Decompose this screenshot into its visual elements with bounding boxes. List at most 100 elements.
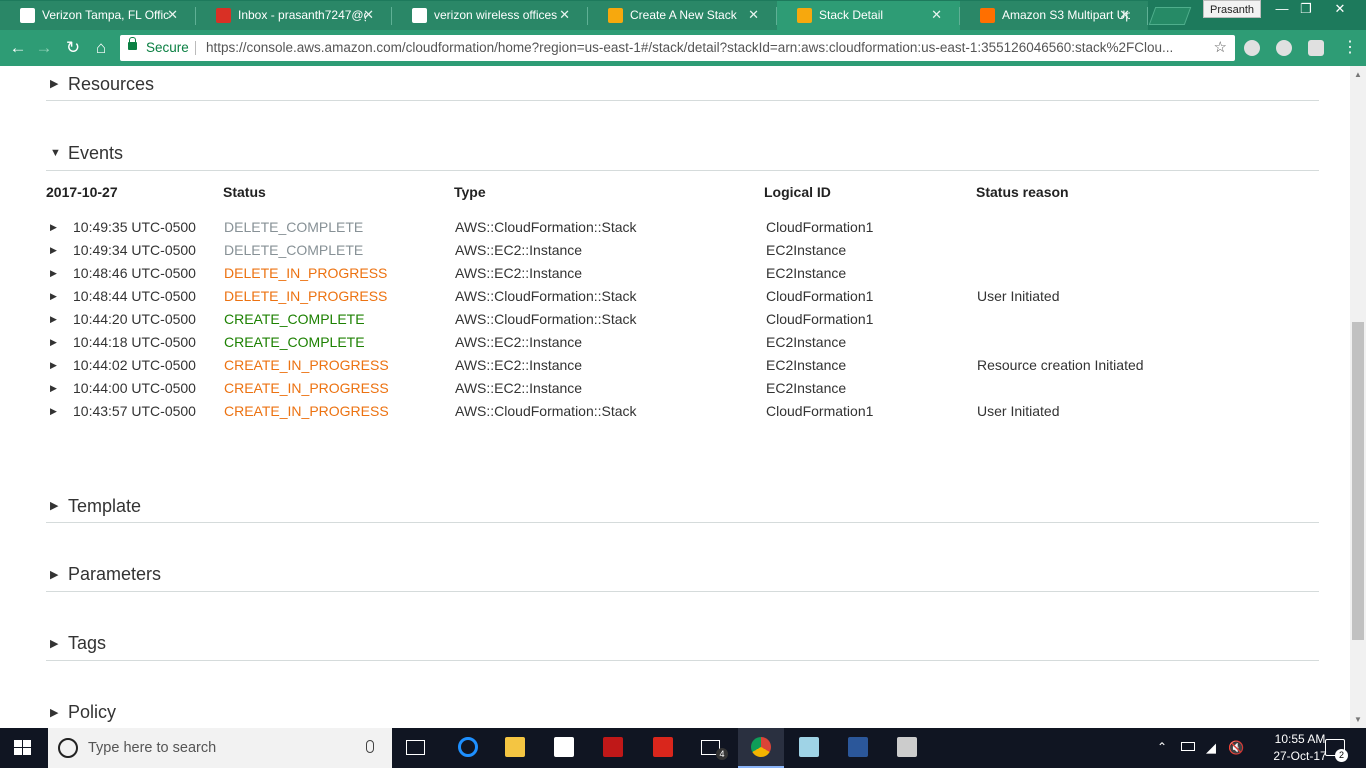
taskbar-app[interactable] — [738, 728, 784, 768]
expand-row-icon[interactable]: ▶ — [50, 337, 57, 348]
event-time: 10:44:20 UTC-0500 — [73, 311, 196, 327]
expand-row-icon[interactable]: ▶ — [50, 245, 57, 256]
event-type: AWS::CloudFormation::Stack — [455, 288, 637, 304]
events-status-header[interactable]: Status — [223, 184, 266, 200]
events-status-reason-header[interactable]: Status reason — [976, 184, 1069, 200]
taskbar-app[interactable]: 4 — [688, 728, 734, 768]
close-tab-icon[interactable]: ✕ — [559, 7, 570, 23]
expand-row-icon[interactable]: ▶ — [50, 360, 57, 371]
expand-row-icon[interactable]: ▶ — [50, 291, 57, 302]
wifi-icon[interactable]: ◢ — [1206, 740, 1216, 756]
taskbar-app[interactable] — [445, 728, 491, 768]
browser-tab[interactable]: Stack Detail ✕ — [777, 1, 960, 30]
back-icon[interactable]: ← — [8, 38, 28, 58]
tab-title: Inbox - prasanth7247@gmail — [238, 8, 366, 22]
event-status: CREATE_IN_PROGRESS — [224, 357, 389, 373]
taskbar-search-box[interactable]: Type here to search — [48, 728, 392, 768]
url-text[interactable]: https://console.aws.amazon.com/cloudform… — [206, 35, 1204, 61]
event-logical-id: CloudFormation1 — [766, 311, 874, 327]
scroll-down-icon[interactable]: ▼ — [1354, 715, 1362, 724]
event-type: AWS::EC2::Instance — [455, 380, 583, 396]
taskbar-app[interactable] — [835, 728, 881, 768]
expand-row-icon[interactable]: ▶ — [50, 314, 57, 325]
browser-tab[interactable]: Inbox - prasanth7247@gmail✕ — [196, 1, 392, 30]
profile-button[interactable]: Prasanth — [1203, 0, 1261, 18]
scroll-up-icon[interactable]: ▲ — [1354, 70, 1362, 79]
edge-icon — [458, 737, 478, 757]
forward-icon[interactable]: → — [34, 38, 54, 58]
caret-right-icon: ▶ — [50, 78, 59, 90]
taskbar-app[interactable] — [393, 728, 439, 768]
word-icon — [848, 737, 868, 757]
address-bar[interactable]: Secure https://console.aws.amazon.com/cl… — [120, 35, 1235, 61]
section-resources[interactable]: ▶ Resources — [46, 66, 1319, 101]
search-placeholder: Type here to search — [88, 740, 217, 756]
events-logical-id-header[interactable]: Logical ID — [764, 184, 831, 200]
taskbar-app[interactable] — [492, 728, 538, 768]
close-tab-icon[interactable]: ✕ — [363, 7, 374, 23]
taskbar-app[interactable] — [786, 728, 832, 768]
event-row[interactable]: ▶ 10:43:57 UTC-0500 CREATE_IN_PROGRESS AWS:… — [0, 403, 1300, 426]
browser-tab[interactable]: verizon wireless offices ✕ — [392, 1, 588, 30]
tab-title: verizon wireless offices — [434, 8, 558, 22]
close-tab-icon[interactable]: ✕ — [1119, 7, 1130, 23]
event-logical-id: EC2Instance — [766, 265, 847, 281]
browser-tab[interactable]: Verizon Tampa, FL Office ✕ — [0, 1, 196, 30]
microphone-icon[interactable] — [366, 740, 374, 753]
home-icon[interactable]: ⌂ — [91, 38, 111, 58]
events-type-header[interactable]: Type — [454, 184, 486, 200]
event-type: AWS::CloudFormation::Stack — [455, 311, 637, 327]
taskbar-app[interactable] — [541, 728, 587, 768]
chrome-menu-icon[interactable]: ⋮ — [1342, 37, 1358, 57]
divider — [195, 41, 196, 55]
clock-date: 27-Oct-17 — [1273, 749, 1327, 763]
section-parameters[interactable]: ▶ Parameters — [46, 554, 1319, 592]
taskbar-clock[interactable]: 10:55 AM 27-Oct-17 — [1270, 731, 1330, 765]
event-logical-id: CloudFormation1 — [766, 288, 874, 304]
close-tab-icon[interactable]: ✕ — [931, 7, 942, 23]
event-status: DELETE_IN_PROGRESS — [224, 288, 388, 304]
section-template[interactable]: ▶ Template — [46, 486, 1319, 523]
section-tags[interactable]: ▶ Tags — [46, 623, 1319, 661]
browser-tab[interactable]: Amazon S3 Multipart Up ✕ — [960, 1, 1148, 30]
taskbar-app[interactable] — [640, 728, 686, 768]
event-row[interactable]: ▶ 10:44:20 UTC-0500 CREATE_COMPLETE AWS::Cl… — [0, 311, 1300, 334]
extension-circle-icon[interactable] — [1276, 40, 1292, 56]
battery-icon[interactable] — [1181, 742, 1195, 751]
expand-row-icon[interactable]: ▶ — [50, 268, 57, 279]
event-row[interactable]: ▶ 10:44:18 UTC-0500 CREATE_COMPLETE AWS::EC… — [0, 334, 1300, 357]
expand-row-icon[interactable]: ▶ — [50, 222, 57, 233]
taskbar-app[interactable] — [884, 728, 930, 768]
bookmark-star-icon[interactable]: ☆ — [1214, 35, 1227, 61]
new-tab-button[interactable] — [1148, 7, 1192, 25]
event-type: AWS::EC2::Instance — [455, 357, 583, 373]
event-logical-id: EC2Instance — [766, 380, 847, 396]
event-time: 10:44:00 UTC-0500 — [73, 380, 196, 396]
scrollbar-thumb[interactable] — [1352, 322, 1364, 640]
section-events[interactable]: ▼ Events — [46, 136, 1319, 171]
section-policy[interactable]: ▶ Policy — [46, 692, 1319, 728]
reload-icon[interactable]: ↻ — [63, 38, 83, 58]
event-time: 10:49:34 UTC-0500 — [73, 242, 196, 258]
event-row[interactable]: ▶ 10:48:44 UTC-0500 DELETE_IN_PROGRESS AWS:… — [0, 288, 1300, 311]
show-hidden-icons-icon[interactable]: ⌃ — [1157, 740, 1167, 754]
event-row[interactable]: ▶ 10:44:02 UTC-0500 CREATE_IN_PROGRESS AWS:… — [0, 357, 1300, 380]
expand-row-icon[interactable]: ▶ — [50, 383, 57, 394]
extension-power-icon[interactable] — [1244, 40, 1260, 56]
event-row[interactable]: ▶ 10:49:34 UTC-0500 DELETE_COMPLETE AWS::EC… — [0, 242, 1300, 265]
event-row[interactable]: ▶ 10:44:00 UTC-0500 CREATE_IN_PROGRESS AWS:… — [0, 380, 1300, 403]
restore-icon[interactable]: ❐ — [1292, 0, 1320, 18]
taskbar-app[interactable] — [590, 728, 636, 768]
aws-hex-favicon-icon — [980, 8, 995, 23]
close-window-icon[interactable]: ✕ — [1326, 0, 1354, 18]
close-tab-icon[interactable]: ✕ — [167, 7, 178, 23]
page-scrollbar[interactable]: ▲ ▼ — [1350, 66, 1366, 728]
event-row[interactable]: ▶ 10:49:35 UTC-0500 DELETE_COMPLETE AWS::Cl… — [0, 219, 1300, 242]
event-row[interactable]: ▶ 10:48:46 UTC-0500 DELETE_IN_PROGRESS AWS:… — [0, 265, 1300, 288]
extension-note-icon[interactable] — [1308, 40, 1324, 56]
expand-row-icon[interactable]: ▶ — [50, 406, 57, 417]
volume-muted-icon[interactable]: 🔇 — [1228, 740, 1244, 756]
browser-tab[interactable]: Create A New Stack ✕ — [588, 1, 777, 30]
windows-start-icon[interactable] — [14, 740, 32, 756]
close-tab-icon[interactable]: ✕ — [748, 7, 759, 23]
